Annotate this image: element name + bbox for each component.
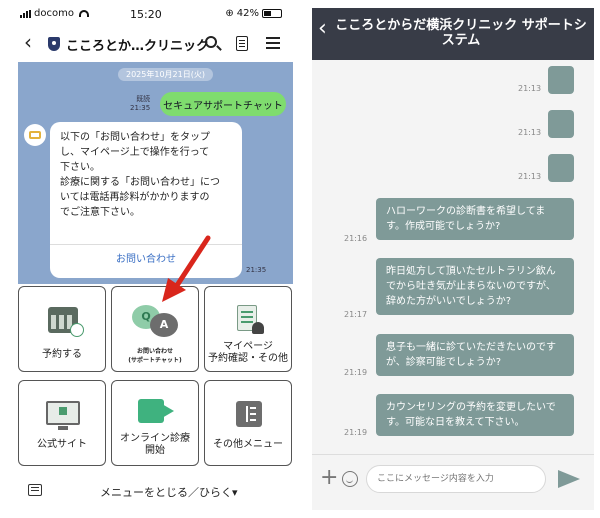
- message-time: 21:19: [344, 428, 368, 437]
- menu-label: 予約確認・その他: [208, 353, 288, 364]
- menu-toggle[interactable]: メニューをとじる／ひらく▾: [100, 484, 238, 500]
- empty-message-bubble: [548, 110, 574, 138]
- message-bubble: 昨日処方して頂いたセルトラリン飲んでから吐き気が止まらないのですが、辞めた方がい…: [376, 258, 574, 315]
- menu-other-button[interactable]: その他メニュー: [204, 380, 292, 466]
- bot-line: 以下の「お問い合わせ」をタップ: [60, 132, 210, 143]
- empty-message-bubble: [548, 66, 574, 94]
- menu-label: 予約する: [42, 349, 82, 360]
- empty-message-bubble: [548, 154, 574, 182]
- message-time: 21:16: [344, 234, 368, 243]
- bottom-bar: メニューをとじる／ひらく▾: [0, 478, 300, 506]
- answer-bubble-icon: A: [150, 313, 178, 337]
- keyboard-icon[interactable]: [28, 484, 42, 496]
- calendar-icon: [48, 307, 84, 337]
- read-label: 既読: [136, 95, 151, 103]
- hamburger-menu-icon[interactable]: [266, 37, 280, 39]
- bot-avatar: [24, 124, 46, 146]
- sent-time: 21:35: [130, 104, 151, 112]
- right-phone-screen: ‹ こころとからだ横浜クリニック サポートシステム 21:13 21:13 21…: [312, 8, 594, 510]
- rich-menu: 予約する Q A お問い合わせ (サポートチャット) マイページ 予約確認・その…: [18, 286, 293, 468]
- notes-icon[interactable]: [236, 36, 248, 51]
- back-chevron-icon[interactable]: ‹: [24, 32, 32, 52]
- signal-icon: [20, 9, 31, 18]
- video-camera-icon: [138, 399, 164, 423]
- send-icon[interactable]: [558, 470, 580, 488]
- bot-line: し、マイページ上で操作を行って: [60, 147, 210, 158]
- menu-label: その他メニュー: [213, 439, 283, 450]
- menu-label: お問い合わせ: [136, 348, 173, 355]
- battery-group: ⊕ 42%: [225, 8, 282, 19]
- my-message-bubble: セキュアサポートチャット: [160, 92, 286, 116]
- nav-title: こころとか…クリニック: [66, 39, 210, 54]
- menu-label: 公式サイト: [37, 439, 87, 450]
- bot-line: 診療に関する「お問い合わせ」につ: [60, 177, 220, 188]
- bot-line: いては電話再診料がかかりますの: [60, 192, 210, 203]
- battery-icon: [262, 9, 282, 18]
- carrier-group: docomo: [20, 8, 89, 19]
- shield-icon: [48, 37, 60, 51]
- back-chevron-icon[interactable]: ‹: [318, 18, 327, 40]
- menu-label: (サポートチャット): [128, 357, 182, 364]
- battery-percent: 42%: [236, 8, 259, 19]
- menu-label: 開始: [145, 445, 165, 456]
- red-arrow-annotation: [162, 235, 211, 302]
- plus-icon[interactable]: +: [320, 467, 338, 489]
- status-bar: docomo 15:20 ⊕ 42%: [0, 0, 300, 26]
- menu-online-consult-button[interactable]: オンライン診療 開始: [111, 380, 199, 466]
- bot-message-text: 以下の「お問い合わせ」をタップ し、マイページ上で操作を行って 下さい。 診療に…: [50, 122, 242, 228]
- support-title: こころとからだ横浜クリニック サポートシステム: [335, 18, 587, 48]
- list-menu-icon: [236, 401, 262, 427]
- message-bubble: ハローワークの診断書を希望してます。作成可能でしょうか?: [376, 198, 574, 240]
- nav-bar: ‹ こころとか…クリニック: [0, 28, 300, 60]
- read-meta: 既読 21:35: [130, 95, 150, 113]
- search-icon[interactable]: [205, 36, 217, 48]
- status-time: 15:20: [130, 8, 162, 21]
- message-time: 21:19: [344, 368, 368, 377]
- bot-line: でご注意下さい。: [60, 207, 140, 218]
- mypage-document-icon: [237, 305, 264, 334]
- battery-fill: [264, 11, 271, 16]
- menu-reserve-button[interactable]: 予約する: [18, 286, 106, 372]
- date-pill: 2025年10月21日(火): [118, 68, 213, 81]
- menu-official-site-button[interactable]: 公式サイト: [18, 380, 106, 466]
- monitor-home-icon: [46, 401, 80, 430]
- message-bubble: カウンセリングの予約を変更したいです。可能な日を教えて下さい。: [376, 394, 574, 436]
- emoji-icon[interactable]: [342, 471, 358, 487]
- message-input-bar: +: [312, 454, 594, 510]
- message-time: 21:13: [518, 128, 542, 137]
- carrier-name: docomo: [34, 8, 74, 19]
- message-input[interactable]: [366, 465, 546, 493]
- alarm-icon: ⊕: [225, 8, 234, 19]
- menu-label: オンライン診療: [120, 433, 190, 444]
- message-time: 21:13: [518, 172, 542, 181]
- message-time: 21:13: [518, 84, 542, 93]
- bot-time: 21:35: [246, 266, 267, 274]
- message-time: 21:17: [344, 310, 368, 319]
- message-bubble: 息子も一緒に診ていただきたいのですが、診察可能でしょうか?: [376, 334, 574, 376]
- bot-line: 下さい。: [60, 162, 100, 173]
- wifi-icon: [78, 10, 89, 17]
- left-phone-screen: docomo 15:20 ⊕ 42% ‹ こころとか…クリニック 2025年10…: [0, 0, 300, 518]
- support-header: ‹ こころとからだ横浜クリニック サポートシステム: [312, 8, 594, 60]
- menu-label: マイページ: [223, 341, 273, 352]
- ticket-icon: [29, 131, 41, 139]
